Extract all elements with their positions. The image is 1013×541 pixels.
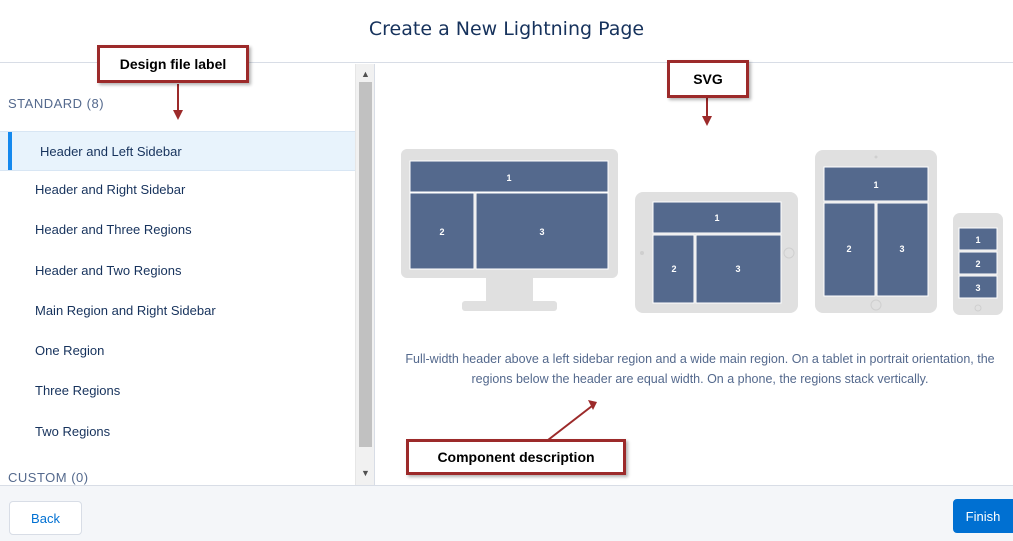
layout-item-two-regions[interactable]: Two Regions <box>0 412 355 452</box>
standard-section-heading: STANDARD (8) <box>8 96 105 111</box>
layout-item-header-right-sidebar[interactable]: Header and Right Sidebar <box>0 170 355 210</box>
layout-item-label: Two Regions <box>35 424 111 439</box>
layout-item-header-three-regions[interactable]: Header and Three Regions <box>0 210 355 250</box>
phone-preview: 1 2 3 <box>953 213 1003 315</box>
modal-footer: Back Finish <box>0 485 1013 541</box>
layout-item-label: Three Regions <box>35 383 121 398</box>
layout-item-label: Header and Two Regions <box>35 263 182 278</box>
panel-divider <box>374 64 375 485</box>
layout-item-header-left-sidebar[interactable]: Header and Left Sidebar <box>0 131 355 171</box>
desktop-preview: 1 2 3 <box>401 149 618 311</box>
back-button[interactable]: Back <box>9 501 82 535</box>
layout-list-panel: STANDARD (8) Header and Left Sidebar Hea… <box>0 64 355 485</box>
svg-text:1: 1 <box>714 213 719 223</box>
tablet-landscape-preview: 1 2 3 <box>635 192 798 313</box>
scroll-down-icon[interactable]: ▼ <box>356 465 375 481</box>
layout-item-header-two-regions[interactable]: Header and Two Regions <box>0 251 355 291</box>
callout-design-file-label: Design file label <box>97 45 249 83</box>
layout-item-three-regions[interactable]: Three Regions <box>0 371 355 411</box>
svg-text:2: 2 <box>846 244 851 254</box>
svg-text:3: 3 <box>539 227 544 237</box>
page-title: Create a New Lightning Page <box>368 18 645 40</box>
callout-svg: SVG <box>667 60 749 98</box>
layout-list-scrollbar[interactable]: ▲ ▼ <box>355 64 374 485</box>
layout-item-label: Header and Left Sidebar <box>40 144 182 159</box>
svg-text:1: 1 <box>873 180 878 190</box>
layout-item-label: Header and Right Sidebar <box>35 182 186 197</box>
finish-button[interactable]: Finish <box>953 499 1013 533</box>
svg-text:2: 2 <box>439 227 444 237</box>
layout-item-label: Main Region and Right Sidebar <box>35 303 216 318</box>
svg-text:1: 1 <box>975 235 980 245</box>
layout-item-one-region[interactable]: One Region <box>0 331 355 371</box>
layout-item-label: Header and Three Regions <box>35 222 192 237</box>
layout-item-label: One Region <box>35 343 105 358</box>
svg-text:1: 1 <box>506 173 511 183</box>
scroll-thumb[interactable] <box>359 82 372 447</box>
svg-text:2: 2 <box>671 264 676 274</box>
scroll-up-icon[interactable]: ▲ <box>356 66 375 82</box>
svg-text:3: 3 <box>975 283 980 293</box>
svg-text:3: 3 <box>735 264 740 274</box>
layout-description: Full-width header above a left sidebar r… <box>405 352 995 386</box>
custom-section-heading: CUSTOM (0) <box>8 470 89 485</box>
layout-item-main-right-sidebar[interactable]: Main Region and Right Sidebar <box>0 291 355 331</box>
tablet-portrait-preview: 1 2 3 <box>815 150 937 313</box>
callout-component-description: Component description <box>406 439 626 475</box>
svg-text:3: 3 <box>899 244 904 254</box>
svg-text:2: 2 <box>975 259 980 269</box>
